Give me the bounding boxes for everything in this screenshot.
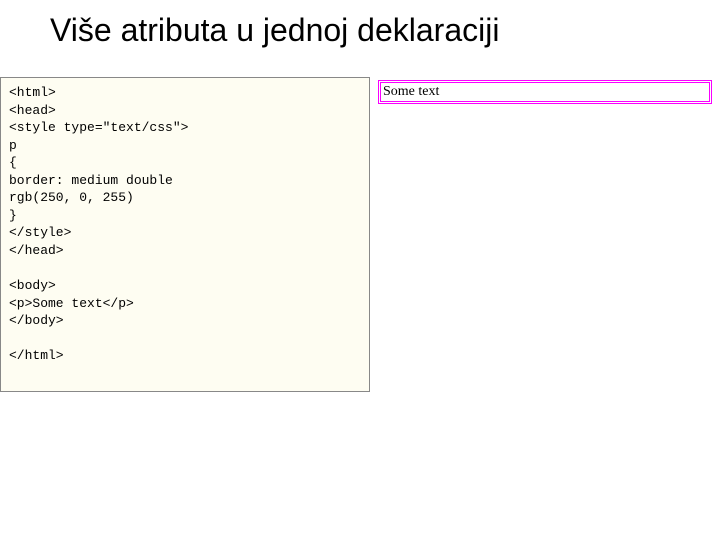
code-line: rgb(250, 0, 255) <box>9 190 134 205</box>
code-pane: <html> <head> <style type="text/css"> p … <box>0 77 370 392</box>
slide: Više atributa u jednoj deklaraciji <html… <box>0 0 720 540</box>
code-line: } <box>9 208 17 223</box>
code-line: </html> <box>9 348 64 363</box>
code-line: border: medium double <box>9 173 173 188</box>
preview-paragraph: Some text <box>378 80 712 104</box>
code-line: <p>Some text</p> <box>9 296 134 311</box>
code-line: </style> <box>9 225 71 240</box>
code-line: <html> <box>9 85 56 100</box>
code-line: p <box>9 138 17 153</box>
code-line: </body> <box>9 313 64 328</box>
preview-pane: Some text <box>370 77 720 392</box>
code-line: <head> <box>9 103 56 118</box>
code-line: </head> <box>9 243 64 258</box>
code-line: <style type="text/css"> <box>9 120 188 135</box>
code-line: <body> <box>9 278 56 293</box>
content-row: <html> <head> <style type="text/css"> p … <box>0 77 720 392</box>
slide-title: Više atributa u jednoj deklaraciji <box>0 12 720 77</box>
code-line: { <box>9 155 17 170</box>
